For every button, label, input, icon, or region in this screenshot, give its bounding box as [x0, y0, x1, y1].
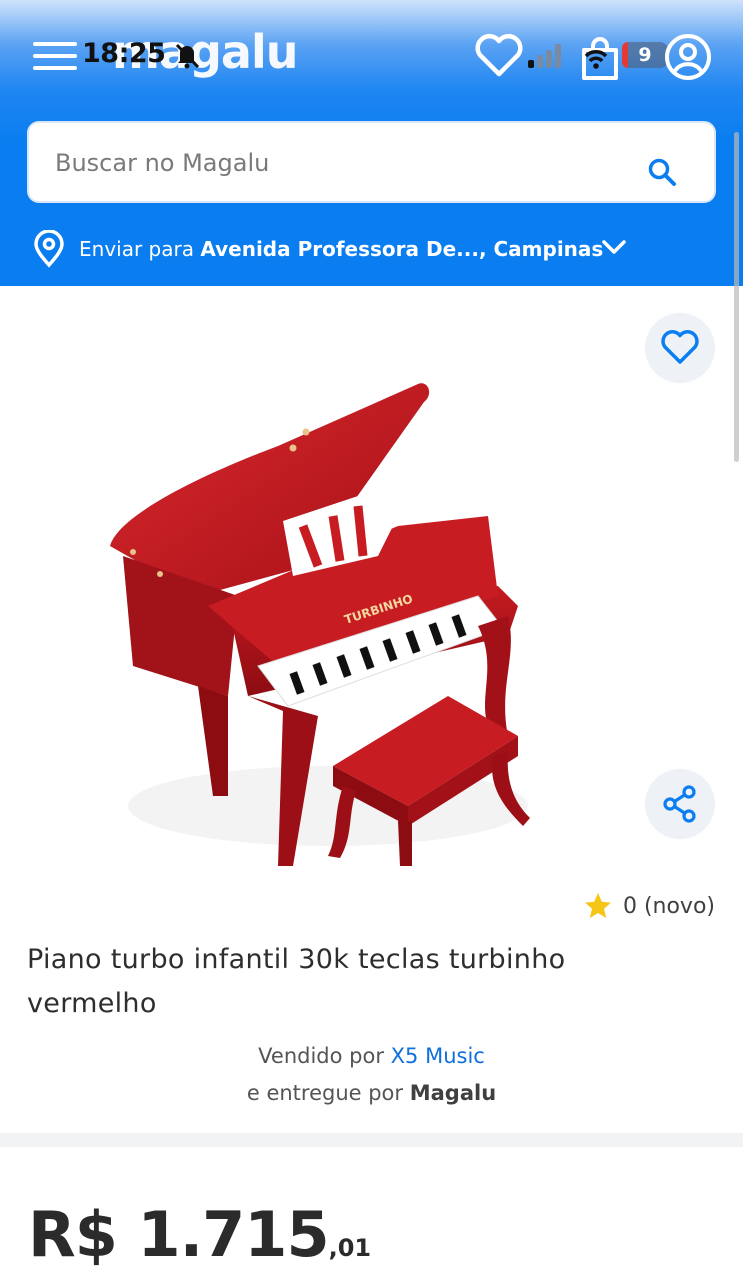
delivery-address: Avenida Professora De..., Campinas: [200, 237, 604, 261]
product-rating[interactable]: 0 (novo): [583, 890, 715, 922]
app-header: magalu 18:25 9 Enviar par: [0, 0, 743, 286]
search-icon[interactable]: [647, 157, 677, 187]
rating-text: 0 (novo): [623, 894, 715, 919]
price-main: R$ 1.715: [28, 1198, 330, 1271]
favorites-heart-icon[interactable]: [474, 32, 524, 78]
menu-icon[interactable]: [33, 40, 79, 74]
section-divider: [0, 1133, 743, 1147]
product-title: Piano turbo infantil 30k teclas turbinho…: [27, 944, 566, 1019]
delivery-text: Enviar para Avenida Professora De..., Ca…: [79, 237, 603, 261]
bell-muted-icon: [175, 43, 200, 69]
sold-by-prefix: Vendido por: [258, 1044, 384, 1068]
sold-by-line: Vendido por X5 Music: [0, 1038, 743, 1075]
product-image[interactable]: TURBINHO: [78, 366, 548, 870]
signal-icon: [528, 44, 564, 68]
delivery-prefix: Enviar para: [79, 237, 194, 261]
rating-value: 0: [622, 893, 637, 919]
chevron-down-icon: [602, 240, 626, 254]
location-pin-icon: [34, 230, 64, 268]
share-button[interactable]: [645, 769, 715, 839]
shopping-bag-icon[interactable]: [578, 36, 622, 82]
battery-indicator: 9: [622, 42, 668, 68]
favorite-button[interactable]: [645, 313, 715, 383]
search-input[interactable]: [55, 143, 615, 183]
search-bar: [27, 121, 716, 203]
star-icon: [584, 893, 611, 918]
seller-info: Vendido por X5 Music e entregue por Maga…: [0, 1038, 743, 1112]
product-price: R$ 1.715,01: [28, 1198, 371, 1271]
user-account-icon[interactable]: [663, 32, 713, 82]
rating-label: (novo): [643, 893, 715, 919]
delivery-address-selector[interactable]: Enviar para Avenida Professora De..., Ca…: [32, 230, 712, 268]
deliverer-name: Magalu: [409, 1081, 497, 1105]
share-icon: [663, 785, 696, 823]
heart-icon: [661, 330, 699, 364]
scrollbar[interactable]: [734, 132, 739, 462]
status-time: 18:25: [82, 38, 166, 69]
price-cents: ,01: [328, 1234, 372, 1262]
delivered-by-line: e entregue por Magalu: [0, 1075, 743, 1112]
delivered-by-prefix: e entregue por: [246, 1081, 404, 1105]
seller-link[interactable]: X5 Music: [391, 1044, 485, 1068]
